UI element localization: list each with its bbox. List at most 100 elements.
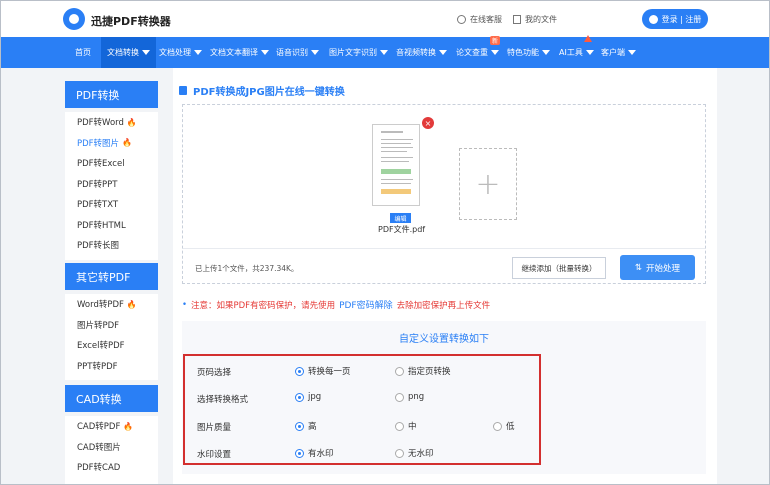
password-notice: • 注意：如果PDF有密码保护，请先使用 PDF密码解除 去除加密保护再上传文件: [182, 298, 491, 312]
nav-label: 首页: [75, 48, 91, 57]
radio-no-watermark[interactable]: 无水印: [395, 447, 434, 459]
remove-file-icon[interactable]: ×: [422, 117, 434, 129]
edit-tag[interactable]: 编辑: [390, 213, 411, 223]
nav-label: 客户端: [601, 48, 625, 57]
thumb-line: [381, 183, 411, 184]
user-icon: [648, 14, 658, 24]
nav-label: 语音识别: [276, 48, 308, 57]
sidebar-item-label: PDF转TXT: [77, 200, 119, 211]
pdf-password-remove-link[interactable]: PDF密码解除: [339, 298, 393, 311]
app-frame: 迅捷PDF转换器 在线客服 我的文件 登录 | 注册 首页 文档转换 文档处理 …: [0, 0, 770, 485]
watermark-row: 水印设置 有水印 无水印: [182, 440, 706, 466]
option-label: jpg: [308, 392, 322, 402]
continue-add-button[interactable]: 继续添加（批量转换）: [512, 257, 606, 279]
quality-row: 图片质量 高 中 低: [182, 413, 706, 439]
sidebar-item-label: CAD转图片: [77, 442, 121, 453]
headset-icon: [457, 15, 466, 24]
radio-with-watermark[interactable]: 有水印: [295, 447, 334, 459]
customer-service-link[interactable]: 在线客服: [457, 14, 502, 25]
option-label: 转换每一页: [308, 367, 351, 377]
row-label: 选择转换格式: [197, 395, 249, 405]
start-process-label: 开始处理: [646, 263, 681, 274]
sidebar-item-label: PDF转图片: [77, 138, 120, 149]
chevron-down-icon: [439, 50, 447, 55]
sidebar-item-pdf-to-long-image[interactable]: PDF转长图: [65, 235, 158, 256]
option-label: 有水印: [308, 449, 334, 459]
settings-panel: 自定义设置转换如下 页码选择 转换每一页 指定页转换 选择转换格式 jpg pn…: [182, 321, 706, 474]
fire-icon: 🔥: [126, 117, 137, 127]
nav-av-convert[interactable]: 音视频转换: [396, 37, 447, 68]
page-title-text: PDF转换成JPG图片在线一键转换: [193, 87, 345, 98]
sidebar-item-image-to-pdf[interactable]: 图片转PDF: [65, 315, 158, 336]
chevron-down-icon: [585, 50, 594, 55]
sidebar-item-pdf-to-txt[interactable]: PDF转TXT: [65, 194, 158, 215]
option-label: 高: [308, 422, 317, 432]
chevron-down-icon: [542, 50, 550, 55]
chevron-down-icon: [311, 50, 319, 55]
thumb-figure: [381, 189, 411, 194]
sidebar-item-pdf-to-ppt[interactable]: PDF转PPT: [65, 174, 158, 195]
nav-label: 图片文字识别: [329, 48, 377, 57]
app-logo-icon[interactable]: [63, 8, 85, 30]
sidebar-item-cad-to-pdf[interactable]: CAD转PDF 🔥: [65, 416, 158, 437]
radio-specified-pages[interactable]: 指定页转换: [395, 365, 451, 377]
radio-format-jpg[interactable]: jpg: [295, 392, 321, 402]
nav-ai-tools[interactable]: AI工具: [559, 35, 594, 68]
option-label: png: [408, 392, 425, 402]
thumb-line: [381, 147, 413, 148]
radio-unchecked-icon: [395, 448, 404, 458]
nav-speech-recognition[interactable]: 语音识别: [276, 37, 319, 68]
thumb-line: [381, 161, 409, 162]
sidebar-item-label: PDF转PPT: [77, 179, 118, 190]
sidebar-item-word-to-pdf[interactable]: Word转PDF 🔥: [65, 294, 158, 315]
sidebar-item-cad-to-image[interactable]: CAD转图片: [65, 437, 158, 458]
login-register-button[interactable]: 登录 | 注册: [642, 9, 708, 29]
nav-thesis-check[interactable]: 论文查重新: [456, 36, 501, 68]
my-files-link[interactable]: 我的文件: [513, 14, 557, 25]
chevron-down-icon: [194, 50, 202, 55]
radio-quality-low[interactable]: 低: [493, 420, 515, 432]
sidebar-item-pdf-to-excel[interactable]: PDF转Excel: [65, 153, 158, 174]
settings-title: 自定义设置转换如下: [399, 334, 489, 345]
nav-label: 音视频转换: [396, 48, 436, 57]
sidebar-item-pdf-to-html[interactable]: PDF转HTML: [65, 215, 158, 236]
sidebar-item-pdf-to-cad[interactable]: PDF转CAD: [65, 457, 158, 478]
sidebar-list-other-to-pdf: Word转PDF 🔥 图片转PDF Excel转PDF PPT转PDF: [65, 294, 158, 380]
nav-home[interactable]: 首页: [75, 37, 91, 68]
notice-suffix: 去除加密保护再上传文件: [396, 300, 491, 311]
sidebar-item-pdf-to-image[interactable]: PDF转图片 🔥: [65, 133, 158, 154]
sidebar-item-pdf-to-word[interactable]: PDF转Word 🔥: [65, 112, 158, 133]
upload-area[interactable]: × 编辑 PDF文件.pdf + 已上传1个文件，共237.34K。 继续添加（…: [182, 104, 706, 284]
nav-image-ocr[interactable]: 图片文字识别: [329, 37, 388, 68]
chevron-down-icon: [491, 50, 499, 55]
sidebar-item-excel-to-pdf[interactable]: Excel转PDF: [65, 335, 158, 356]
nav-label: 特色功能: [507, 48, 539, 57]
radio-quality-medium[interactable]: 中: [395, 420, 417, 432]
nav-label: AI工具: [559, 48, 583, 57]
sidebar-item-ppt-to-pdf[interactable]: PPT转PDF: [65, 356, 158, 377]
add-file-button[interactable]: +: [459, 148, 517, 220]
app-name[interactable]: 迅捷PDF转换器: [91, 13, 171, 29]
sidebar-section-cad-convert: CAD转换: [65, 385, 158, 412]
hot-marker-icon: [584, 35, 592, 42]
radio-format-png[interactable]: png: [395, 392, 424, 402]
sync-icon: ⇅: [634, 262, 643, 273]
sidebar-list-cad-convert: CAD转PDF 🔥 CAD转图片 PDF转CAD: [65, 416, 158, 484]
radio-convert-each-page[interactable]: 转换每一页: [295, 365, 351, 377]
nav-client[interactable]: 客户端: [601, 37, 636, 68]
nav-label: 文档处理: [159, 48, 191, 57]
sidebar-item-label: PPT转PDF: [77, 361, 118, 372]
nav-doc-translate[interactable]: 文档文本翻译: [210, 37, 269, 68]
nav-special-features[interactable]: 特色功能: [507, 37, 550, 68]
document-icon: [513, 15, 521, 24]
nav-doc-convert[interactable]: 文档转换: [101, 37, 156, 68]
chevron-down-icon: [628, 50, 636, 55]
thumb-line: [381, 151, 407, 152]
nav-doc-process[interactable]: 文档处理: [159, 37, 202, 68]
start-process-button[interactable]: ⇅ 开始处理: [620, 255, 695, 280]
file-name: PDF文件.pdf: [378, 225, 426, 234]
pdf-thumbnail[interactable]: [372, 124, 420, 206]
option-label: 中: [408, 422, 417, 432]
option-label: 无水印: [408, 449, 434, 459]
radio-quality-high[interactable]: 高: [295, 420, 317, 432]
